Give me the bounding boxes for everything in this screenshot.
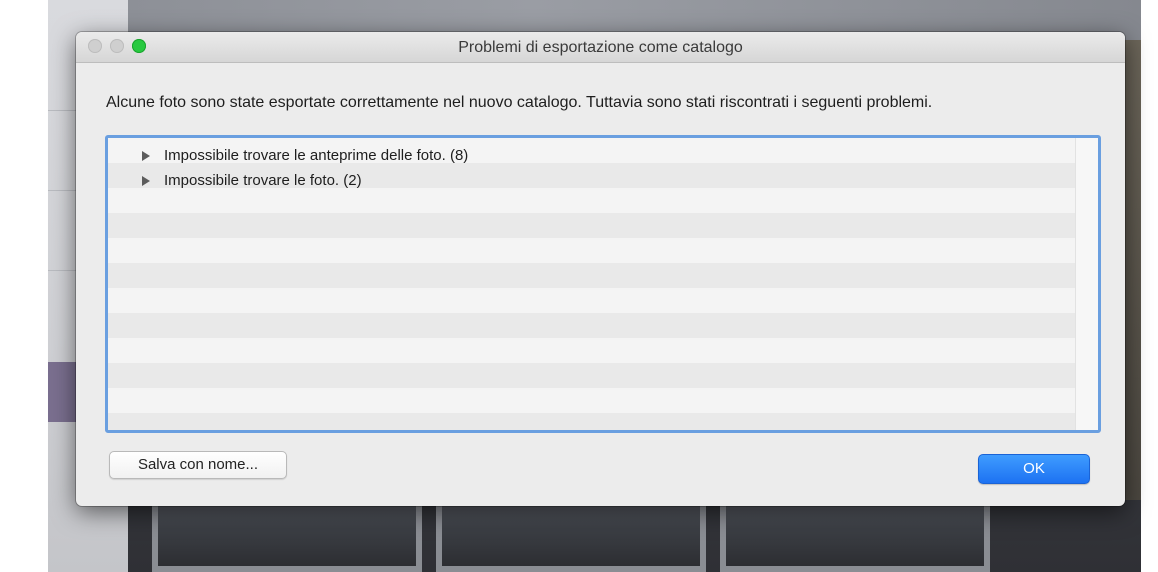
save-as-button[interactable]: Salva con nome... <box>109 451 287 479</box>
export-problems-dialog: Problemi di esportazione come catalogo A… <box>76 32 1125 506</box>
list-scroll-track[interactable] <box>1075 138 1098 430</box>
problem-item-missing-photos[interactable]: Impossibile trovare le foto. (2) <box>108 168 1076 193</box>
dialog-message: Alcune foto sono state esportate corrett… <box>106 94 933 111</box>
background-thumbnail <box>720 500 990 572</box>
problem-label: Impossibile trovare le anteprime delle f… <box>164 147 469 164</box>
background-thumbnail-strip <box>128 500 1141 572</box>
problems-list[interactable]: Impossibile trovare le anteprime delle f… <box>105 135 1101 433</box>
problem-item-missing-previews[interactable]: Impossibile trovare le anteprime delle f… <box>108 143 1076 168</box>
background-thumbnail <box>152 500 422 572</box>
dialog-title: Problemi di esportazione come catalogo <box>458 39 743 56</box>
background-thumbnail <box>436 500 706 572</box>
disclosure-triangle-icon[interactable] <box>142 176 150 186</box>
disclosure-triangle-icon[interactable] <box>142 151 150 161</box>
ok-button[interactable]: OK <box>978 454 1090 484</box>
title-bar: Problemi di esportazione come catalogo <box>76 32 1125 63</box>
problem-label: Impossibile trovare le foto. (2) <box>164 172 362 189</box>
